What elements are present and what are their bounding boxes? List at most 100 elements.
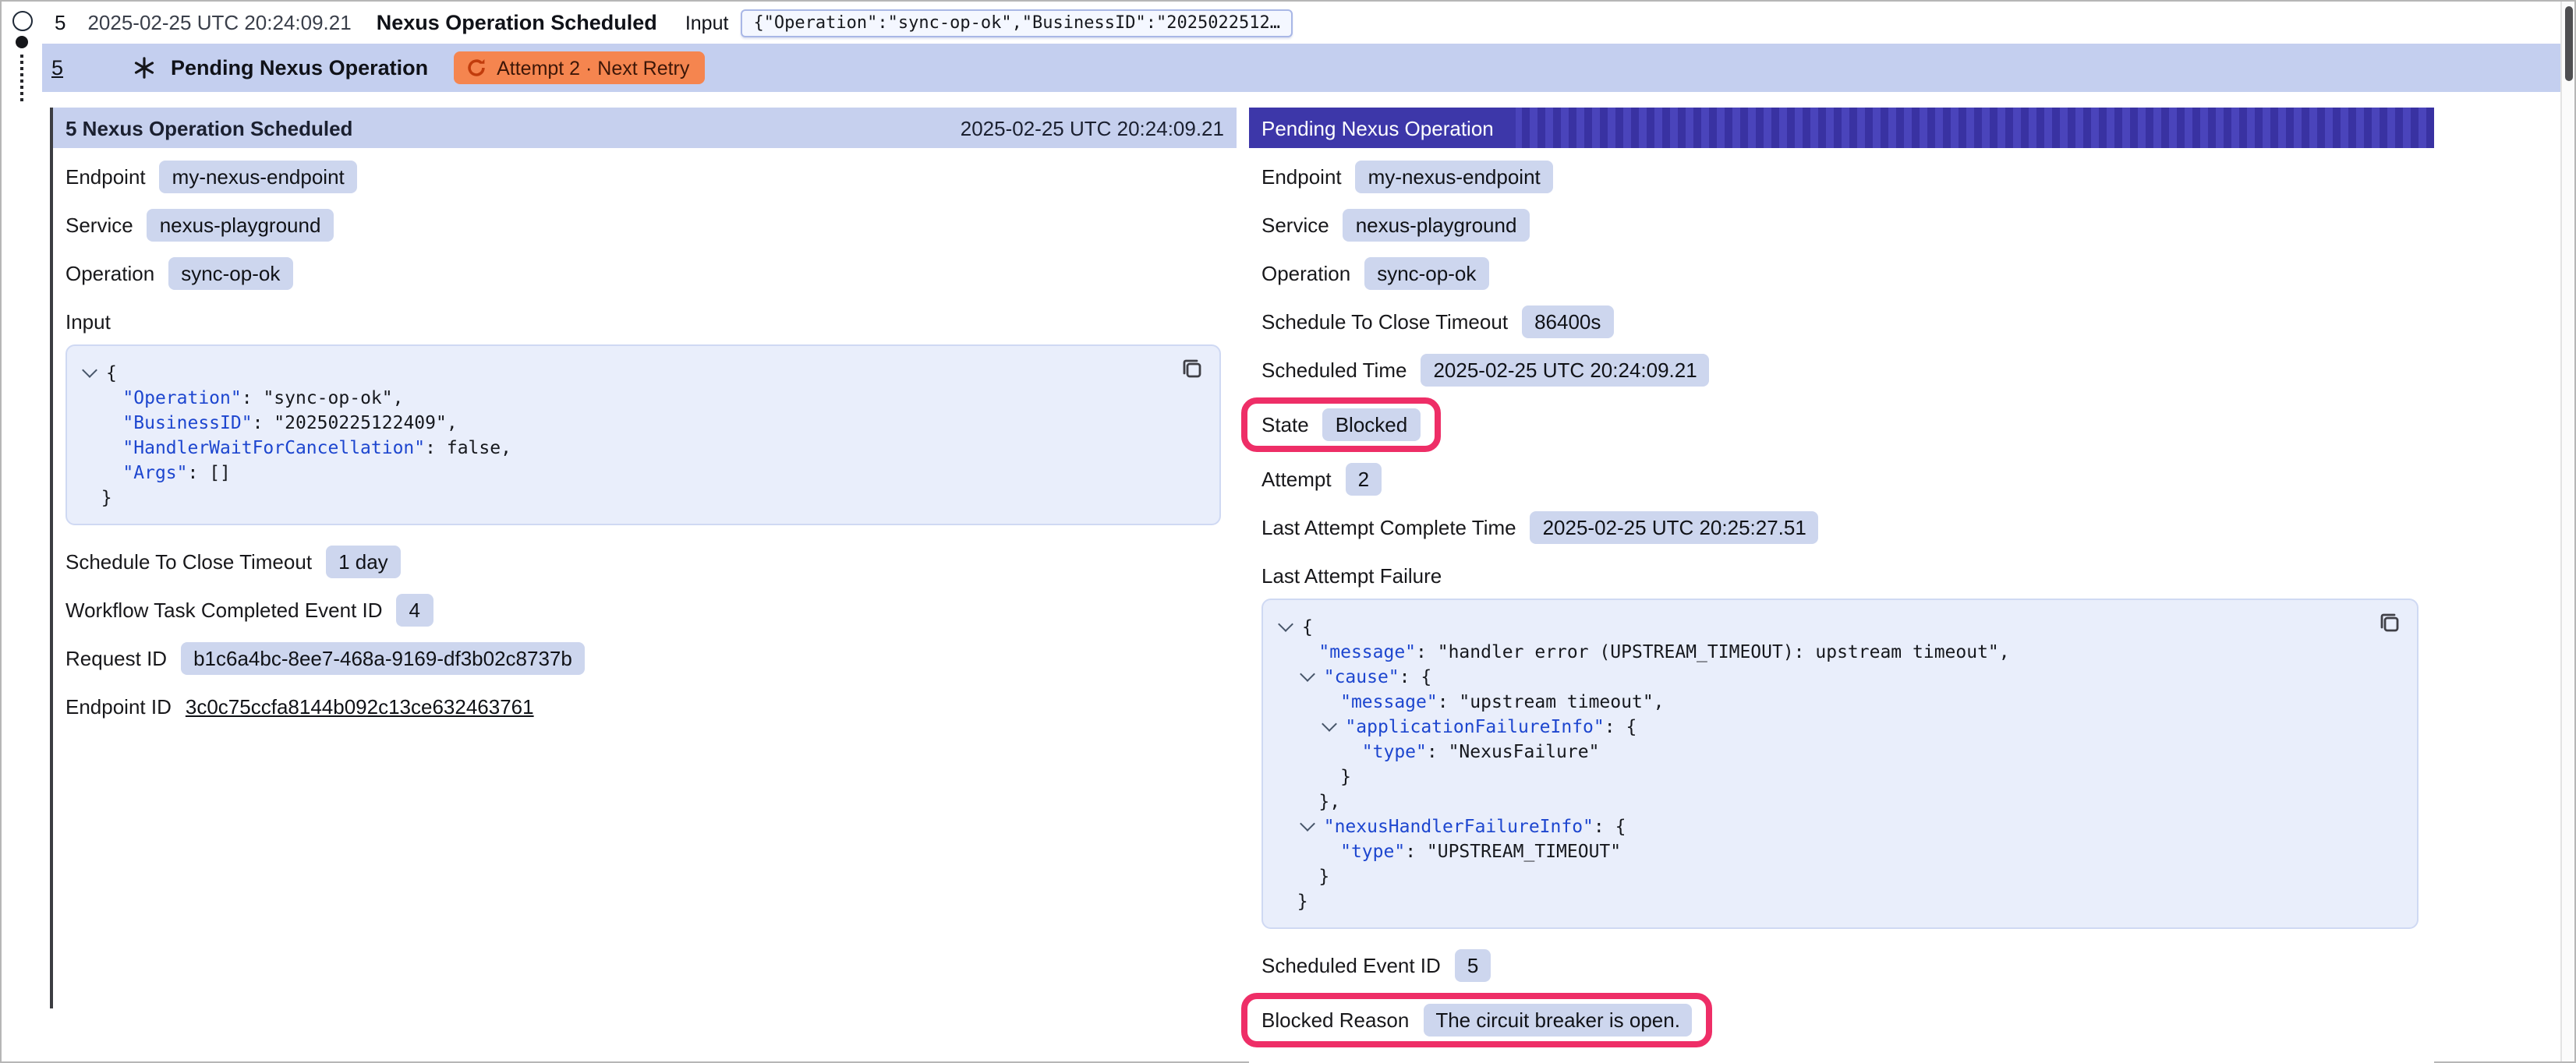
event-name: Nexus Operation Scheduled bbox=[377, 11, 657, 34]
code-token bbox=[1276, 815, 1297, 837]
field-label: Operation bbox=[1261, 262, 1350, 285]
field-value-chip: sync-op-ok bbox=[1364, 257, 1488, 290]
field-row-service: Service nexus-playground bbox=[1261, 209, 2419, 242]
code-token: : "NexusFailure" bbox=[1427, 740, 1600, 762]
field-value-chip: sync-op-ok bbox=[168, 257, 292, 290]
code-token bbox=[80, 387, 122, 408]
code-line: "type": "UPSTREAM_TIMEOUT" bbox=[1276, 839, 2398, 863]
code-line: "Operation": "sync-op-ok", bbox=[80, 385, 1201, 410]
field-row-operation: Operation sync-op-ok bbox=[65, 257, 1221, 290]
collapse-chevron-icon[interactable] bbox=[82, 362, 97, 378]
retry-badge: Attempt 2 · Next Retry bbox=[453, 51, 705, 84]
event-input-preview-chip[interactable]: {"Operation":"sync-op-ok","BusinessID":"… bbox=[741, 9, 1293, 37]
code-line: "Args": [] bbox=[80, 460, 1201, 485]
field-row-request-id: Request ID b1c6a4bc-8ee7-468a-9169-df3b0… bbox=[65, 642, 1221, 675]
code-token: : "UPSTREAM_TIMEOUT" bbox=[1405, 840, 1621, 862]
field-value-chip: 2 bbox=[1346, 463, 1382, 496]
field-value-chip: 2025-02-25 UTC 20:25:27.51 bbox=[1530, 511, 1819, 544]
code-line: "applicationFailureInfo": { bbox=[1276, 714, 2398, 739]
field-label: Endpoint ID bbox=[65, 695, 172, 719]
code-token bbox=[1276, 666, 1297, 687]
code-line: } bbox=[1276, 863, 2398, 888]
timeline-marker-icon bbox=[16, 36, 28, 48]
field-value-chip: 2025-02-25 UTC 20:24:09.21 bbox=[1421, 354, 1709, 387]
code-token: : { bbox=[1594, 815, 1626, 837]
code-line: "type": "NexusFailure" bbox=[1276, 739, 2398, 764]
field-label: Endpoint bbox=[1261, 165, 1342, 189]
code-line: "cause": { bbox=[1276, 664, 2398, 689]
retry-icon bbox=[465, 58, 486, 78]
panel-timestamp: 2025-02-25 UTC 20:24:09.21 bbox=[961, 116, 1224, 139]
code-token: "message" bbox=[1318, 641, 1416, 662]
field-row-service: Service nexus-playground bbox=[65, 209, 1221, 242]
code-token: : "sync-op-ok", bbox=[242, 387, 404, 408]
pending-panel-header: Pending Nexus Operation bbox=[1249, 108, 2434, 148]
field-label: Schedule To Close Timeout bbox=[1261, 310, 1508, 334]
field-label: Endpoint bbox=[65, 165, 146, 189]
code-token: "cause" bbox=[1324, 666, 1399, 687]
input-section-label: Input bbox=[65, 310, 111, 334]
code-line: "nexusHandlerFailureInfo": { bbox=[1276, 814, 2398, 839]
code-token bbox=[1276, 840, 1340, 862]
code-token: : "handler error (UPSTREAM_TIMEOUT): ups… bbox=[1416, 641, 2010, 662]
code-token: "type" bbox=[1340, 840, 1405, 862]
failure-section-label: Last Attempt Failure bbox=[1261, 564, 1442, 588]
event-id[interactable]: 5 bbox=[55, 11, 65, 34]
scrollbar-thumb[interactable] bbox=[2565, 6, 2573, 81]
field-label: Workflow Task Completed Event ID bbox=[65, 599, 383, 622]
code-token bbox=[1276, 690, 1340, 712]
input-json-viewer: { "Operation": "sync-op-ok", "BusinessID… bbox=[65, 344, 1221, 525]
field-row-schedule-to-close: Schedule To Close Timeout 1 day bbox=[65, 546, 1221, 578]
copy-icon[interactable] bbox=[2375, 611, 2403, 639]
input-section-label-row: Input bbox=[65, 305, 1221, 338]
workflow-history-page: 5 2025-02-25 UTC 20:24:09.21 Nexus Opera… bbox=[0, 0, 2576, 1063]
vertical-scrollbar[interactable] bbox=[2560, 2, 2574, 1061]
field-label: Scheduled Time bbox=[1261, 358, 1407, 382]
event-row-scheduled[interactable]: 5 2025-02-25 UTC 20:24:09.21 Nexus Opera… bbox=[42, 2, 2559, 44]
state-highlight-box: State Blocked bbox=[1241, 397, 1440, 452]
field-row-endpoint-id: Endpoint ID 3c0c75ccfa8144b092c13ce63246… bbox=[65, 690, 1221, 723]
field-value-chip: nexus-playground bbox=[1343, 209, 1530, 242]
field-row-operation: Operation sync-op-ok bbox=[1261, 257, 2419, 290]
field-value-chip: 86400s bbox=[1522, 305, 1613, 338]
code-token: } bbox=[1276, 865, 1329, 887]
code-token: { bbox=[106, 362, 117, 383]
field-row-wft-completed-event-id: Workflow Task Completed Event ID 4 bbox=[65, 594, 1221, 627]
field-label: Blocked Reason bbox=[1261, 1008, 1409, 1032]
code-token: "nexusHandlerFailureInfo" bbox=[1324, 815, 1594, 837]
event-timestamp: 2025-02-25 UTC 20:24:09.21 bbox=[87, 11, 351, 34]
event-id-link[interactable]: 5 bbox=[51, 56, 63, 79]
collapse-chevron-icon[interactable] bbox=[1300, 666, 1315, 682]
field-row-last-attempt-complete-time: Last Attempt Complete Time 2025-02-25 UT… bbox=[1261, 511, 2419, 544]
collapse-chevron-icon[interactable] bbox=[1300, 816, 1315, 832]
code-line: }, bbox=[1276, 789, 2398, 814]
code-token: : false, bbox=[425, 436, 511, 458]
scheduled-panel-header: 5 Nexus Operation Scheduled 2025-02-25 U… bbox=[53, 108, 1237, 148]
field-value-chip: my-nexus-endpoint bbox=[1356, 161, 1553, 193]
code-line: "message": "upstream timeout", bbox=[1276, 689, 2398, 714]
collapse-chevron-icon[interactable] bbox=[1278, 616, 1293, 632]
code-token: : "20250225122409", bbox=[253, 411, 458, 433]
code-line: { bbox=[1276, 614, 2398, 639]
blocked-reason-chip: The circuit breaker is open. bbox=[1423, 1004, 1693, 1037]
field-row-scheduled-event-id: Scheduled Event ID 5 bbox=[1261, 949, 2419, 982]
field-label: Schedule To Close Timeout bbox=[65, 550, 312, 574]
code-token: }, bbox=[1276, 790, 1340, 812]
code-line: } bbox=[1276, 888, 2398, 913]
code-token: : [] bbox=[188, 461, 231, 483]
code-token: } bbox=[1276, 890, 1308, 912]
code-token bbox=[1276, 740, 1362, 762]
code-line: } bbox=[1276, 764, 2398, 789]
copy-icon[interactable] bbox=[1177, 357, 1205, 385]
event-row-pending-selected[interactable]: 5 Pending Nexus Operation Attempt 2 · Ne… bbox=[42, 44, 2562, 92]
field-value-chip: 1 day bbox=[326, 546, 401, 578]
code-line: "message": "handler error (UPSTREAM_TIME… bbox=[1276, 639, 2398, 664]
field-row-schedule-to-close: Schedule To Close Timeout 86400s bbox=[1261, 305, 2419, 338]
endpoint-id-link[interactable]: 3c0c75ccfa8144b092c13ce632463761 bbox=[186, 695, 534, 719]
field-row-attempt: Attempt 2 bbox=[1261, 463, 2419, 496]
field-label: Request ID bbox=[65, 647, 167, 670]
blocked-reason-highlight-box: Blocked Reason The circuit breaker is op… bbox=[1241, 993, 1713, 1047]
collapse-chevron-icon[interactable] bbox=[1322, 716, 1337, 732]
panel-title: 5 Nexus Operation Scheduled bbox=[65, 116, 352, 139]
retry-badge-label: Attempt 2 · Next Retry bbox=[497, 57, 689, 79]
